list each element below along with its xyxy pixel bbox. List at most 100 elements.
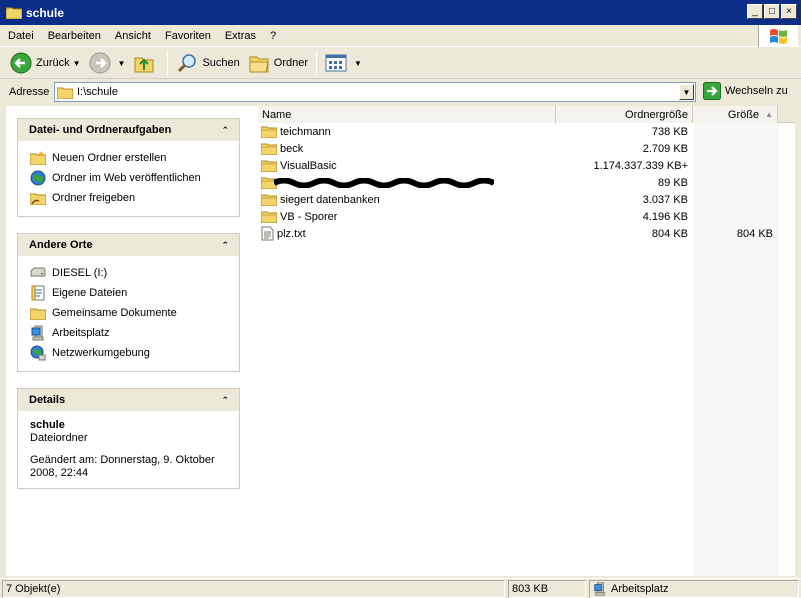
task-label: Neuen Ordner erstellen: [52, 152, 167, 164]
place-drive[interactable]: DIESEL (I:): [30, 263, 239, 283]
forward-button[interactable]: ▼: [85, 50, 130, 76]
menu-help[interactable]: ?: [263, 30, 283, 42]
back-button[interactable]: Zurück ▼: [6, 50, 85, 76]
details-panel: Details ⌃ schule Dateiordner Geändert am…: [17, 388, 240, 489]
documents-icon: [31, 285, 45, 301]
menu-bearbeiten[interactable]: Bearbeiten: [41, 30, 108, 42]
network-icon: [30, 345, 46, 361]
forward-dropdown-icon[interactable]: ▼: [118, 59, 126, 68]
address-label: Adresse: [9, 86, 50, 98]
other-places-header[interactable]: Andere Orte ⌃: [18, 234, 239, 256]
file-name-cell[interactable]: plz.txt: [261, 226, 306, 241]
folder-size-cell: 738 KB: [651, 125, 688, 138]
address-input[interactable]: I:\schule ▼: [54, 82, 696, 102]
file-tasks-title: Datei- und Ordneraufgaben: [29, 124, 172, 136]
status-bar: 7 Objekt(e) 803 KB Arbeitsplatz: [0, 578, 801, 598]
collapse-icon[interactable]: ⌃: [221, 125, 229, 136]
go-button[interactable]: Wechseln zu: [703, 82, 788, 100]
menu-bar: Datei Bearbeiten Ansicht Favoriten Extra…: [0, 25, 801, 47]
place-label: Eigene Dateien: [52, 287, 128, 299]
place-network[interactable]: Netzwerkumgebung: [30, 343, 239, 363]
file-name-cell[interactable]: VB - Sporer: [261, 210, 337, 223]
menu-datei[interactable]: Datei: [0, 30, 41, 42]
window-frame-right: [795, 104, 801, 578]
folder-size-cell: 89 KB: [658, 176, 688, 189]
place-shared-documents[interactable]: Gemeinsame Dokumente: [30, 303, 239, 323]
task-share-folder[interactable]: Ordner freigeben: [30, 188, 239, 208]
file-name-cell[interactable]: beck: [261, 142, 303, 155]
column-header-size[interactable]: Größe ▲: [693, 106, 778, 123]
place-label: DIESEL (I:): [52, 267, 108, 279]
task-publish-web[interactable]: Ordner im Web veröffentlichen: [30, 168, 239, 188]
folder-size-cell: 804 KB: [651, 227, 688, 240]
file-rows: teichmann 738 KB beck 2.709 KB VisualBasic 1.…: [258, 123, 795, 242]
views-dropdown-icon[interactable]: ▼: [354, 59, 362, 68]
column-header-folder-size[interactable]: Ordnergröße: [556, 106, 693, 123]
column-header-name[interactable]: Name: [258, 106, 556, 123]
place-label: Arbeitsplatz: [52, 327, 110, 339]
folder-size-cell: 3.037 KB: [642, 193, 688, 206]
folder-icon: [261, 160, 277, 172]
task-pane: Datei- und Ordneraufgaben ⌃ Neuen Ordner…: [6, 106, 258, 576]
file-row[interactable]: VisualBasic 1.174.337.339 KB+: [258, 157, 795, 174]
file-name-cell[interactable]: VisualBasic: [261, 159, 337, 172]
address-dropdown-icon[interactable]: ▼: [679, 84, 694, 100]
file-row[interactable]: 89 KB: [258, 174, 795, 191]
details-header[interactable]: Details ⌃: [18, 389, 239, 411]
file-row[interactable]: siegert datenbanken 3.037 KB: [258, 191, 795, 208]
file-name-cell[interactable]: siegert datenbanken: [261, 193, 380, 206]
toolbar-separator: [167, 51, 169, 75]
file-row[interactable]: beck 2.709 KB: [258, 140, 795, 157]
place-my-computer[interactable]: Arbeitsplatz: [30, 323, 239, 343]
status-zone: Arbeitsplatz: [589, 579, 799, 598]
back-dropdown-icon[interactable]: ▼: [73, 59, 81, 68]
folder-icon: [261, 211, 277, 223]
menu-extras[interactable]: Extras: [218, 30, 263, 42]
folders-button[interactable]: Ordner: [244, 50, 312, 76]
place-my-documents[interactable]: Eigene Dateien: [30, 283, 239, 303]
computer-icon: [594, 581, 605, 596]
task-new-folder[interactable]: Neuen Ordner erstellen: [30, 148, 239, 168]
address-bar: Adresse I:\schule ▼ Wechseln zu: [0, 80, 801, 104]
menu-favoriten[interactable]: Favoriten: [158, 30, 218, 42]
folders-icon: [249, 56, 269, 73]
file-row[interactable]: plz.txt 804 KB 804 KB: [258, 225, 795, 242]
back-label: Zurück: [36, 57, 70, 69]
text-file-icon: [261, 226, 274, 241]
menu-ansicht[interactable]: Ansicht: [108, 30, 158, 42]
file-name: plz.txt: [277, 227, 306, 240]
file-name: siegert datenbanken: [280, 193, 380, 206]
details-modified: Geändert am: Donnerstag, 9. Oktober 2008…: [30, 454, 215, 479]
minimize-button[interactable]: _: [747, 4, 763, 19]
details-item-type: Dateiordner: [30, 432, 88, 444]
file-list: Name Ordnergröße Größe ▲ teichmann 738 KB…: [258, 106, 795, 576]
windows-logo-icon: [758, 25, 798, 47]
toolbar: Zurück ▼ ▼ Suchen Ordner ▼: [0, 48, 801, 79]
search-icon: [178, 54, 197, 73]
collapse-icon[interactable]: ⌃: [221, 395, 229, 406]
sort-ascending-icon: ▲: [765, 110, 773, 119]
search-button[interactable]: Suchen: [172, 50, 243, 76]
size-cell: 804 KB: [736, 227, 773, 240]
status-object-count: 7 Objekt(e): [2, 579, 505, 598]
file-row[interactable]: VB - Sporer 4.196 KB: [258, 208, 795, 225]
go-arrow-icon: [703, 82, 721, 100]
search-label: Suchen: [202, 57, 240, 69]
file-tasks-header[interactable]: Datei- und Ordneraufgaben ⌃: [18, 119, 239, 141]
drive-icon: [30, 267, 46, 277]
go-label: Wechseln zu: [725, 85, 788, 97]
maximize-button[interactable]: □: [764, 4, 780, 19]
status-size: 803 KB: [508, 579, 586, 598]
up-folder-button[interactable]: [129, 50, 163, 76]
views-button[interactable]: ▼: [321, 50, 366, 76]
other-places-panel: Andere Orte ⌃ DIESEL (I:) Eigene Dateien: [17, 233, 240, 372]
close-button[interactable]: ×: [781, 4, 797, 19]
other-places-title: Andere Orte: [29, 239, 93, 251]
folder-icon: [57, 87, 73, 99]
status-zone-label: Arbeitsplatz: [611, 582, 669, 595]
file-tasks-panel: Datei- und Ordneraufgaben ⌃ Neuen Ordner…: [17, 118, 240, 217]
file-name-cell[interactable]: teichmann: [261, 125, 331, 138]
file-row[interactable]: teichmann 738 KB: [258, 123, 795, 140]
collapse-icon[interactable]: ⌃: [221, 240, 229, 251]
redaction-scribble: [274, 178, 494, 188]
